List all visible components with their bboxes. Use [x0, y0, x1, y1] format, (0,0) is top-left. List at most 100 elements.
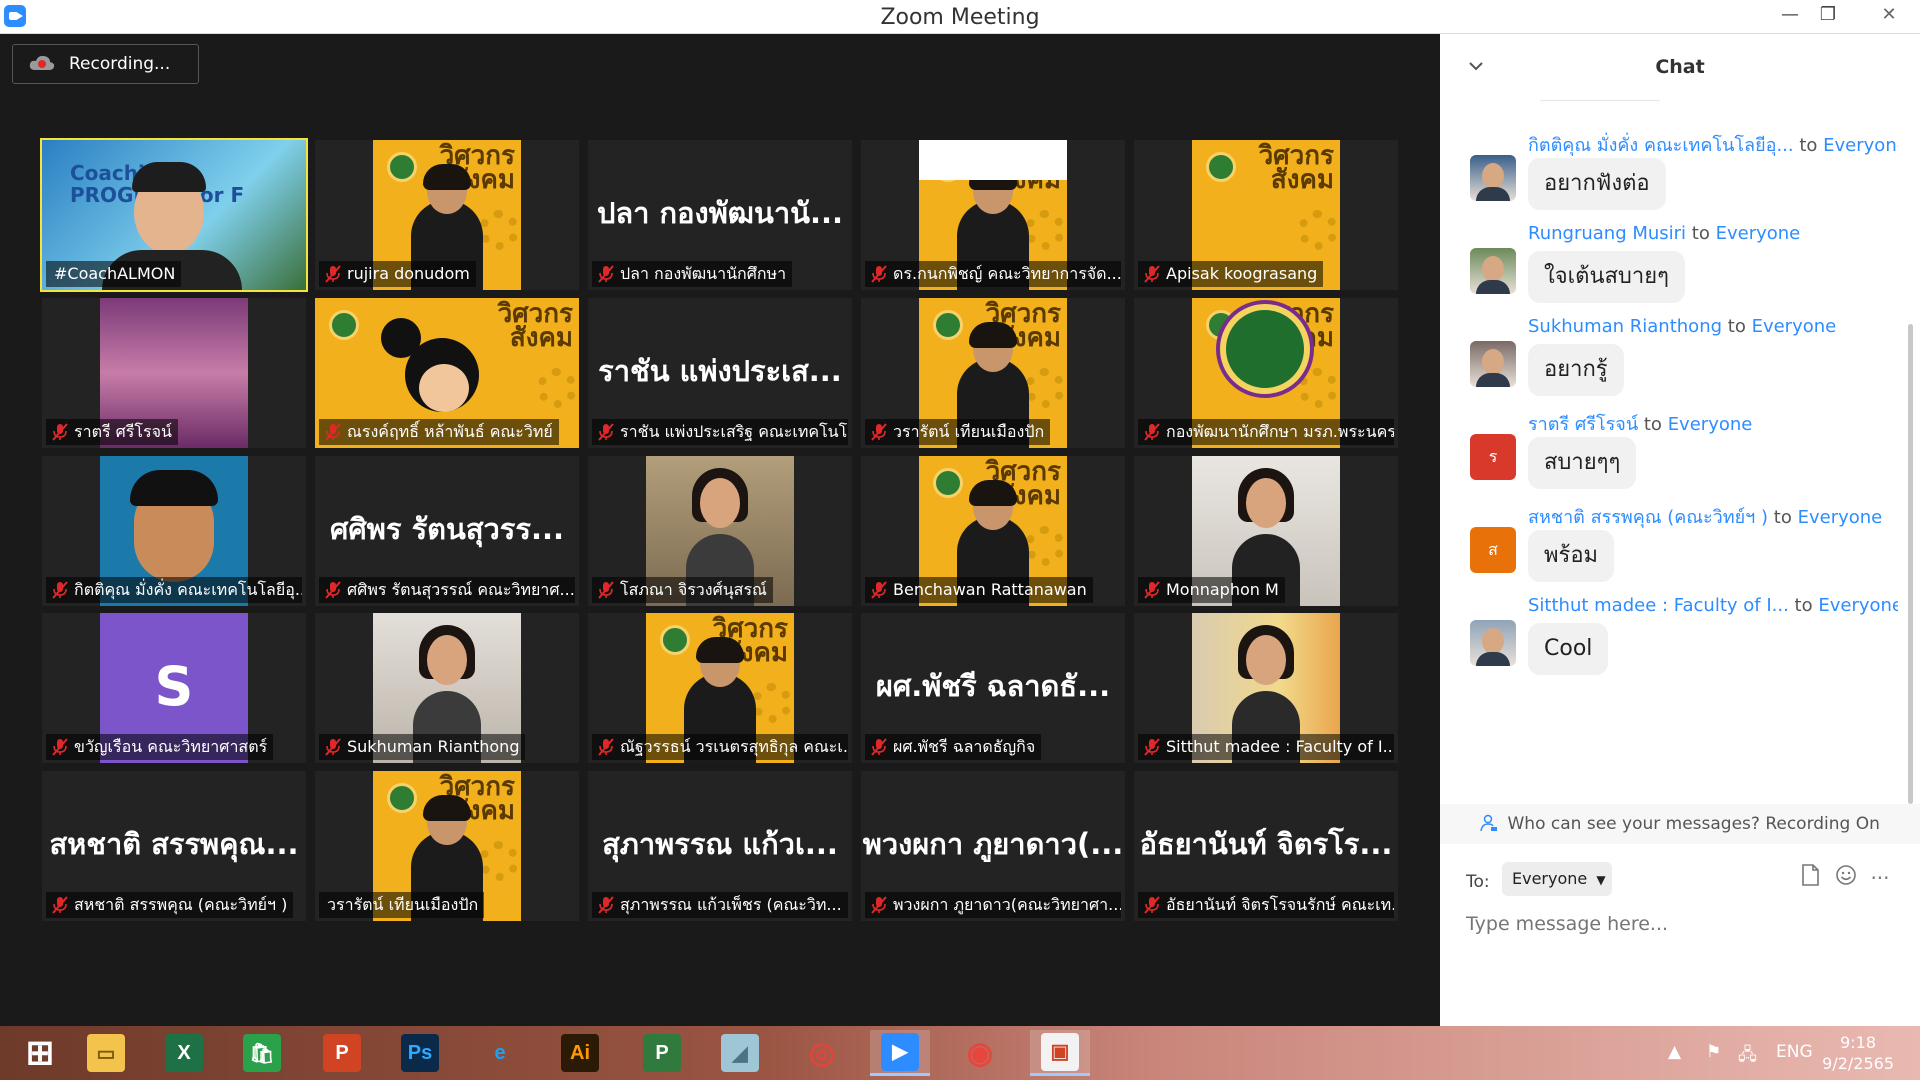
chat-message-input[interactable]: [1466, 904, 1886, 944]
clock[interactable]: 9:18 9/2/2565: [1822, 1032, 1894, 1074]
avatar-body: [1476, 652, 1510, 666]
gear-graphic: [479, 210, 519, 250]
participant-tile[interactable]: Monnaphon M: [1134, 456, 1398, 606]
taskbar-internet-explorer[interactable]: e: [470, 1030, 530, 1076]
recipient-name[interactable]: Everyone: [1818, 595, 1898, 616]
mic-muted-icon: [325, 738, 341, 756]
taskbar-sketch[interactable]: ◢: [710, 1030, 770, 1076]
sender-name[interactable]: สหชาติ สรรพคุณ (คณะวิทย์ฯ ): [1528, 507, 1768, 528]
taskbar-illustrator[interactable]: Ai: [550, 1030, 610, 1076]
sender-name[interactable]: ราตรี ศรีโรจน์: [1528, 414, 1638, 435]
participant-tile[interactable]: S ขวัญเรือน คณะวิทยาศาสตร์: [42, 613, 306, 763]
participant-tile[interactable]: วิศวกร สังคม วรารัตน์ เทียนเมืองปัก: [861, 298, 1125, 448]
participant-tile[interactable]: วิศวกร สังคม ณรงค์ฤทธิ์ หล้าพันธ์ คณะวิทย์: [315, 298, 579, 448]
taskbar-photoscape[interactable]: ◎: [792, 1030, 852, 1076]
avatar-face: [1482, 628, 1504, 654]
mic-muted-icon: [598, 581, 614, 599]
network-icon[interactable]: 🖧: [1738, 1042, 1757, 1071]
more-options-icon[interactable]: ···: [1866, 864, 1894, 892]
person-hair: [423, 164, 471, 190]
participant-name: อัธยานันท์ จิตรโรจนรักษ์ คณะเท...: [1166, 895, 1394, 914]
sender-name[interactable]: Sukhuman Rianthong: [1528, 316, 1722, 337]
participant-tile[interactable]: ปลา กองพัฒนานั... ปลา กองพัฒนานักศึกษา: [588, 140, 852, 290]
chat-message: Sitthut madee : Faculty of I... to Every…: [1470, 595, 1898, 705]
message-header: Sukhuman Rianthong to Everyone: [1528, 316, 1898, 337]
taskbar-project[interactable]: P: [632, 1030, 692, 1076]
participant-name-large: สุภาพรรณ แก้วเ...: [602, 827, 838, 861]
seal-logo: [933, 468, 963, 498]
message-header: ราตรี ศรีโรจน์ to Everyone: [1528, 409, 1898, 438]
flag-icon[interactable]: ⚑: [1706, 1042, 1721, 1062]
recipient-name[interactable]: Everyone: [1823, 135, 1898, 156]
participant-tile[interactable]: วิศวกรสังคมกองพัฒนานักศึกษา มรภ.พระนคร: [1134, 298, 1398, 448]
participant-name-label: #CoachALMON: [46, 261, 182, 287]
sender-name[interactable]: Sitthut madee : Faculty of I...: [1528, 595, 1789, 616]
participant-name-label: Apisak koograsang: [1138, 261, 1324, 287]
participant-name: โสภณา จิรวงศ์นุสรณ์: [620, 580, 767, 599]
participant-name: ขวัญเรือน คณะวิทยาศาสตร์: [74, 737, 268, 756]
clock-time: 9:18: [1840, 1033, 1877, 1052]
mic-muted-icon: [52, 896, 68, 914]
participant-tile[interactable]: กิตติคุณ มั่งคั่ง คณะเทคโนโลยีอุ...: [42, 456, 306, 606]
person-lock-icon: [1480, 814, 1498, 832]
recording-indicator[interactable]: Recording...: [12, 44, 199, 84]
recipient-name[interactable]: Everyone: [1752, 316, 1837, 337]
taskbar-powerpoint[interactable]: P: [312, 1030, 372, 1076]
participant-tile[interactable]: พวงผกา ภูยาดาว(... พวงผกา ภูยาดาว(คณะวิทย…: [861, 771, 1125, 921]
emoji-icon[interactable]: [1832, 864, 1860, 892]
participant-tile[interactable]: Sitthut madee : Faculty of I...: [1134, 613, 1398, 763]
participant-name-label: ขวัญเรือน คณะวิทยาศาสตร์: [46, 734, 274, 760]
close-button[interactable]: ✕: [1860, 0, 1918, 30]
participant-tile[interactable]: วิศวกร สังคม Benchawan Rattanawan: [861, 456, 1125, 606]
taskbar-start[interactable]: ⊞: [10, 1030, 70, 1076]
participant-tile[interactable]: ผศ.พัชรี ฉลาดธั... ผศ.พัชรี ฉลาดธัญกิจ: [861, 613, 1125, 763]
sender-name[interactable]: Rungruang Musiri: [1528, 223, 1686, 244]
participant-tile[interactable]: ราตรี ศรีโรจน์: [42, 298, 306, 448]
participant-tile[interactable]: วิศวกรสังคมดร.กนกพิชญ์ คณะวิทยาการจัด...: [861, 140, 1125, 290]
participant-name-label: ปลา กองพัฒนานักศึกษา: [592, 261, 793, 287]
taskbar-file-explorer[interactable]: ▭: [76, 1030, 136, 1076]
privacy-notice[interactable]: Who can see your messages? Recording On: [1440, 804, 1920, 844]
sender-avatar: [1470, 620, 1516, 666]
participant-tile[interactable]: สหชาติ สรรพคุณ... สหชาติ สรรพคุณ (คณะวิทย…: [42, 771, 306, 921]
recipient-select[interactable]: Everyone ▼: [1502, 862, 1612, 896]
taskbar-store[interactable]: 🛍: [232, 1030, 292, 1076]
participant-tile[interactable]: สุภาพรรณ แก้วเ... สุภาพรรณ แก้วเพ็ชร (คณะ…: [588, 771, 852, 921]
chat-scrollbar[interactable]: [1908, 324, 1913, 804]
participant-tile[interactable]: Coaching PROGRAM for F #CoachALMON: [40, 138, 308, 292]
start-icon: ⊞: [25, 1034, 55, 1072]
participant-name-label: Benchawan Rattanawan: [865, 577, 1093, 603]
avatar-body: [1476, 280, 1510, 294]
recipient-name[interactable]: Everyone: [1668, 414, 1753, 435]
language-indicator[interactable]: ENG: [1776, 1042, 1813, 1062]
participant-tile[interactable]: วิศวกร สังคม Apisak koograsang: [1134, 140, 1398, 290]
sender-name[interactable]: กิตติคุณ มั่งคั่ง คณะเทคโนโลยีอุ...: [1528, 135, 1794, 156]
message-header: Rungruang Musiri to Everyone: [1528, 223, 1898, 244]
taskbar-excel[interactable]: X: [154, 1030, 214, 1076]
participant-tile[interactable]: ศศิพร รัตนสุวรร... ศศิพร รัตนสุวรรณ์ คณะว…: [315, 456, 579, 606]
recipient-name[interactable]: Everyone: [1798, 507, 1883, 528]
recipient-name[interactable]: Everyone: [1716, 223, 1801, 244]
taskbar-photoshop[interactable]: Ps: [390, 1030, 450, 1076]
maximize-button[interactable]: ❐: [1806, 0, 1850, 30]
participant-name: ณรงค์ฤทธิ์ หล้าพันธ์ คณะวิทย์: [347, 422, 553, 441]
taskbar-zoom[interactable]: ▶: [870, 1030, 930, 1076]
message-header: กิตติคุณ มั่งคั่ง คณะเทคโนโลยีอุ... to E…: [1528, 130, 1898, 159]
participant-tile[interactable]: อัธยานันท์ จิตรโร... อัธยานันท์ จิตรโรจนร…: [1134, 771, 1398, 921]
participant-name: #CoachALMON: [54, 264, 176, 283]
clock-date: 9/2/2565: [1822, 1054, 1894, 1073]
participant-tile[interactable]: โสภณา จิรวงศ์นุสรณ์: [588, 456, 852, 606]
mic-muted-icon: [1144, 738, 1160, 756]
participant-tile[interactable]: Sukhuman Rianthong: [315, 613, 579, 763]
person-face: [1246, 478, 1286, 528]
taskbar-photos[interactable]: ▣: [1030, 1030, 1090, 1076]
mic-muted-icon: [52, 581, 68, 599]
participant-tile[interactable]: วิศวกร สังคม ณัฐวรรธน์ วรเนตรสุทธิกุล คณะเ…: [588, 613, 852, 763]
chevron-up-icon[interactable]: ▲: [1668, 1042, 1681, 1062]
participant-tile[interactable]: ราชัน แพ่งประเส... ราชัน แพ่งประเสริฐ คณะ…: [588, 298, 852, 448]
taskbar-chrome[interactable]: ◉: [950, 1030, 1010, 1076]
mickey-face: [419, 364, 469, 412]
participant-tile[interactable]: วิศวกร สังคม วรารัตน์ เทียนเมืองปัก: [315, 771, 579, 921]
participant-tile[interactable]: วิศวกร สังคม rujira donudom: [315, 140, 579, 290]
file-icon[interactable]: [1796, 864, 1824, 892]
